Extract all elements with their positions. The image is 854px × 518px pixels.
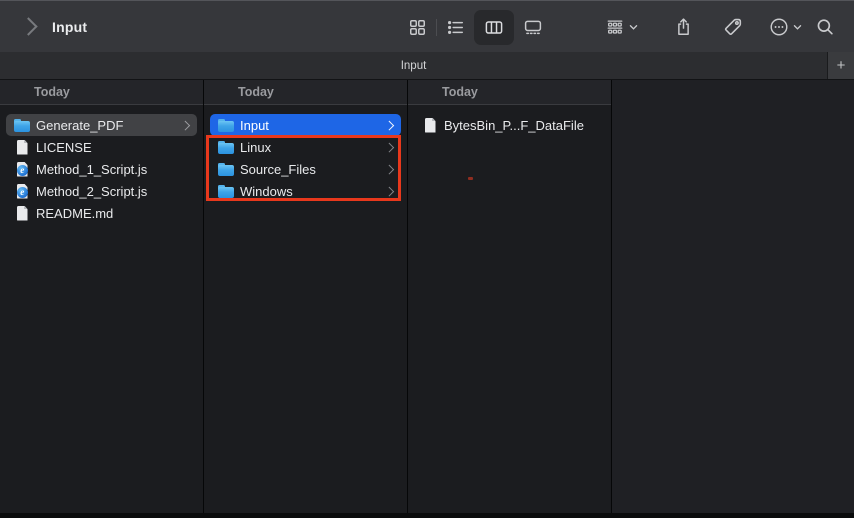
column-list: BytesBin_P...F_DataFile [408,105,611,136]
tag-icon [723,17,743,37]
column-list: Input Linux Source_Files Windows [204,105,407,202]
file-icon [14,139,30,155]
column-list: Generate_PDF LICENSE Method_1_Script.js … [0,105,203,224]
more-options-button[interactable] [763,13,808,41]
forward-chevron-icon[interactable] [19,17,37,35]
item-label: Source_Files [240,162,316,177]
share-button[interactable] [668,13,699,41]
window-bottom-edge [0,513,854,518]
column-group-header: Today [0,80,203,105]
item-label: Method_1_Script.js [36,162,147,177]
group-by-button[interactable] [599,14,644,41]
list-item[interactable]: Input [210,114,401,136]
list-item[interactable]: Windows [210,180,401,202]
list-item[interactable]: Source_Files [210,158,401,180]
list-item[interactable]: Generate_PDF [6,114,197,136]
finder-column: Today Input Linux Source_Files Windows [204,80,408,513]
view-mode-segmented-control [402,10,549,45]
file-icon [14,183,30,199]
chevron-down-icon [793,24,802,31]
item-label: BytesBin_P...F_DataFile [444,118,584,133]
item-label: Generate_PDF [36,118,123,133]
group-by-icon [605,18,625,37]
chevron-right-icon [384,142,393,151]
file-icon [14,161,30,177]
item-label: README.md [36,206,113,221]
chevron-right-icon [384,120,393,129]
file-icon [218,117,234,133]
list-item[interactable]: BytesBin_P...F_DataFile [414,114,605,136]
new-tab-button[interactable]: + [827,52,854,79]
finder-window: Input [0,0,854,518]
toolbar [402,1,841,53]
column-header-label: Today [442,85,478,99]
file-icon [14,205,30,221]
item-label: Linux [240,140,271,155]
list-item[interactable]: Method_1_Script.js [6,158,197,180]
gallery-view-button[interactable] [517,14,549,41]
list-item[interactable]: Linux [210,136,401,158]
share-icon [674,17,693,37]
item-label: Input [240,118,269,133]
chevron-right-icon [384,164,393,173]
list-view-icon [446,18,465,37]
file-icon [218,183,234,199]
gallery-view-icon [523,18,543,37]
file-icon [218,139,234,155]
titlebar: Input [0,0,854,52]
item-label: LICENSE [36,140,92,155]
file-icon [218,161,234,177]
column-header-label: Today [34,85,70,99]
file-icon [422,117,438,133]
tab-input[interactable]: Input [0,52,827,79]
more-options-icon [769,17,789,37]
item-label: Method_2_Script.js [36,184,147,199]
list-item[interactable]: LICENSE [6,136,197,158]
column-view-icon [484,18,504,37]
chevron-right-icon [384,186,393,195]
segment-divider [436,19,437,36]
list-view-button[interactable] [440,14,471,41]
empty-preview-column [612,80,854,513]
column-header-label: Today [238,85,274,99]
tags-button[interactable] [717,13,749,41]
finder-column: Today Generate_PDF LICENSE Method_1_Scri… [0,80,204,513]
file-icon [14,117,30,133]
columns: Today Generate_PDF LICENSE Method_1_Scri… [0,80,854,513]
list-item[interactable]: Method_2_Script.js [6,180,197,202]
finder-column: Today BytesBin_P...F_DataFile [408,80,612,513]
icon-view-button[interactable] [402,14,433,41]
list-item[interactable]: README.md [6,202,197,224]
chevron-down-icon [629,24,638,31]
search-icon [815,17,835,37]
column-group-header: Today [408,80,611,105]
search-button[interactable] [809,13,841,41]
window-title: Input [52,19,87,35]
chevron-right-icon [180,120,189,129]
tab-bar: Input + [0,52,854,80]
column-group-header: Today [204,80,407,105]
item-label: Windows [240,184,293,199]
column-view-button[interactable] [474,10,514,45]
grid-view-icon [408,18,427,37]
